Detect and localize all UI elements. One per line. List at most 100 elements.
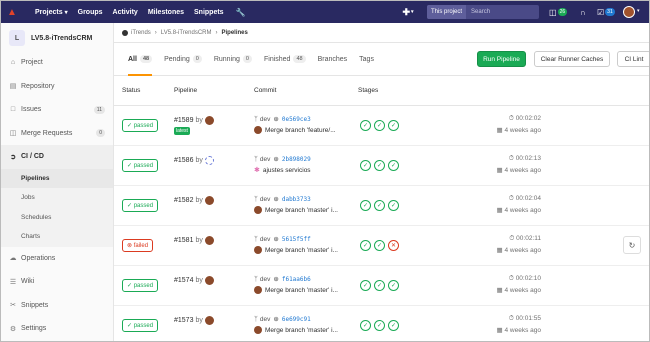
commit-message[interactable]: Merge branch 'master' i... [265, 327, 338, 334]
commit-sha-link[interactable]: 5615f5ff [282, 236, 311, 243]
chevron-down-icon[interactable]: ▾ [637, 8, 640, 14]
sidebar-item-project[interactable]: ⌂ Project [1, 51, 113, 75]
tab-pending[interactable]: Pending 0 [164, 43, 202, 76]
sidebar-item-ci-cd[interactable]: ➲ CI / CD [1, 145, 113, 169]
breadcrumb-current[interactable]: Pipelines [221, 30, 247, 36]
triggerer-avatar[interactable] [204, 236, 214, 245]
status-badge[interactable]: ✓ passed [122, 319, 159, 332]
user-avatar[interactable] [623, 6, 635, 18]
sidebar-item-snippets[interactable]: ✂ Snippets [1, 294, 113, 318]
branch-name[interactable]: dev [260, 236, 270, 243]
sidebar-item-merge-requests[interactable]: ◫ Merge Requests 0 [1, 122, 113, 146]
stage-passed-icon[interactable]: ✓ [360, 160, 371, 171]
branch-name[interactable]: dev [260, 316, 270, 323]
stage-passed-icon[interactable]: ✓ [374, 240, 385, 251]
pipeline-id-link[interactable]: #1582 [174, 197, 193, 204]
stage-passed-icon[interactable]: ✓ [374, 120, 385, 131]
branch-name[interactable]: dev [260, 276, 270, 283]
status-badge[interactable]: ✓ passed [122, 279, 159, 292]
commit-sha-link[interactable]: dabb3733 [282, 196, 311, 203]
stage-passed-icon[interactable]: ✓ [360, 120, 371, 131]
sidebar-subitem-charts[interactable]: Charts [1, 227, 113, 247]
breadcrumb-group[interactable]: iTrends [131, 30, 151, 36]
tab-running[interactable]: Running 0 [214, 43, 252, 76]
nav-groups[interactable]: Groups [78, 9, 103, 16]
new-dropdown-button[interactable]: ✚ ▾ [399, 6, 417, 18]
stage-passed-icon[interactable]: ✓ [374, 160, 385, 171]
nav-snippets[interactable]: Snippets [194, 9, 224, 16]
commit-author-avatar[interactable] [254, 126, 262, 134]
commit-sha-link[interactable]: 2b898029 [282, 156, 311, 163]
status-badge[interactable]: ✓ passed [122, 199, 159, 212]
tab-branches[interactable]: Branches [318, 43, 348, 76]
stage-failed-icon[interactable]: ✕ [388, 240, 399, 251]
pipeline-id-link[interactable]: #1581 [174, 237, 193, 244]
triggerer-avatar[interactable] [204, 116, 214, 125]
triggerer-avatar[interactable] [204, 156, 214, 165]
stage-passed-icon[interactable]: ✓ [388, 320, 399, 331]
run-pipeline-button[interactable]: Run Pipeline [477, 51, 526, 67]
commit-sha-link[interactable]: 6e699c91 [282, 316, 311, 323]
stage-passed-icon[interactable]: ✓ [388, 280, 399, 291]
search-box[interactable]: This project Search [427, 5, 539, 19]
triggerer-avatar[interactable] [204, 196, 214, 205]
sidebar-subitem-jobs[interactable]: Jobs [1, 188, 113, 208]
stage-passed-icon[interactable]: ✓ [374, 200, 385, 211]
sidebar-item-settings[interactable]: ⚙ Settings [1, 317, 113, 341]
commit-author-avatar[interactable] [254, 206, 262, 214]
commit-message[interactable]: Merge branch 'feature/... [265, 127, 336, 134]
search-input[interactable]: Search [471, 9, 490, 15]
stage-passed-icon[interactable]: ✓ [360, 320, 371, 331]
triggerer-avatar[interactable] [204, 316, 214, 325]
retry-button[interactable]: ↻ [623, 236, 641, 254]
sidebar-item-wiki[interactable]: ☰ Wiki [1, 270, 113, 294]
branch-name[interactable]: dev [260, 116, 270, 123]
commit-sha-link[interactable]: 0e569ce3 [282, 116, 311, 123]
admin-wrench-icon[interactable]: 🔧 [236, 8, 246, 17]
pipeline-id-link[interactable]: #1574 [174, 277, 193, 284]
status-badge[interactable]: ⊗ failed [122, 239, 154, 252]
stage-passed-icon[interactable]: ✓ [360, 280, 371, 291]
issues-nav[interactable]: ∩ [580, 6, 586, 18]
sidebar-item-operations[interactable]: ☁ Operations [1, 247, 113, 271]
commit-author-avatar[interactable] [254, 286, 262, 294]
status-badge[interactable]: ✓ passed [122, 119, 159, 132]
pipeline-id-link[interactable]: #1586 [174, 157, 193, 164]
pipeline-id-link[interactable]: #1573 [174, 317, 193, 324]
status-badge[interactable]: ✓ passed [122, 159, 159, 172]
nav-milestones[interactable]: Milestones [148, 9, 184, 16]
commit-author-avatar[interactable] [254, 246, 262, 254]
stage-passed-icon[interactable]: ✓ [388, 120, 399, 131]
stage-passed-icon[interactable]: ✓ [374, 320, 385, 331]
tab-all[interactable]: All 48 [128, 43, 153, 76]
stage-passed-icon[interactable]: ✓ [360, 240, 371, 251]
sidebar-subitem-schedules[interactable]: Schedules [1, 207, 113, 227]
todos-nav[interactable]: ☑ 31 [597, 6, 615, 18]
sidebar-subitem-pipelines[interactable]: Pipelines [1, 168, 113, 188]
commit-message[interactable]: Merge branch 'master' i... [265, 207, 338, 214]
stage-passed-icon[interactable]: ✓ [374, 280, 385, 291]
branch-name[interactable]: dev [260, 156, 270, 163]
tab-tags[interactable]: Tags [359, 43, 374, 76]
commit-sha-link[interactable]: f61aa6b6 [282, 276, 311, 283]
stage-passed-icon[interactable]: ✓ [388, 200, 399, 211]
branch-name[interactable]: dev [260, 196, 270, 203]
merge-requests-nav[interactable]: ◫ 26 [549, 6, 568, 18]
commit-message[interactable]: Merge branch 'master' i... [265, 247, 338, 254]
clear-runner-caches-button[interactable]: Clear Runner Caches [534, 51, 610, 67]
sidebar-item-issues[interactable]: □ Issues 11 [1, 98, 113, 122]
sidebar-project-header[interactable]: L LV5.8-iTrendsCRM [1, 25, 113, 51]
breadcrumb-project[interactable]: LV5.8-iTrendsCRM [161, 30, 212, 36]
stage-passed-icon[interactable]: ✓ [388, 160, 399, 171]
nav-projects[interactable]: Projects ▾ [35, 9, 68, 16]
triggerer-avatar[interactable] [204, 276, 214, 285]
commit-message[interactable]: Merge branch 'master' i... [265, 287, 338, 294]
gitlab-logo-icon[interactable]: ▲ [7, 7, 25, 18]
commit-author-avatar[interactable] [254, 326, 262, 334]
ci-lint-button[interactable]: CI Lint [617, 51, 649, 67]
pipeline-id-link[interactable]: #1589 [174, 117, 193, 124]
nav-activity[interactable]: Activity [113, 9, 138, 16]
stage-passed-icon[interactable]: ✓ [360, 200, 371, 211]
sidebar-item-repository[interactable]: ▤ Repository [1, 75, 113, 99]
tab-finished[interactable]: Finished 48 [264, 43, 306, 76]
